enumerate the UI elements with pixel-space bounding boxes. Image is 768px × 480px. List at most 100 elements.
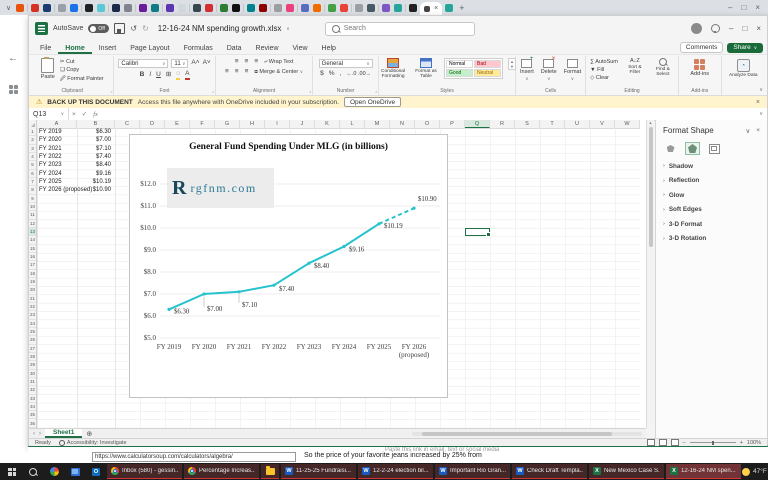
addins-button[interactable]: Add-ins [690, 59, 709, 77]
taskbar-search-button[interactable] [23, 464, 43, 479]
taskbar-button-new-mexico-case-s-[interactable]: XNew Mexico Case S... [589, 464, 664, 479]
italic-button[interactable]: I [149, 72, 151, 79]
browser-tab-favicon[interactable] [340, 4, 348, 12]
browser-tab-favicon[interactable] [112, 4, 120, 12]
row-header-32[interactable]: 32 [29, 386, 36, 394]
row-header-11[interactable]: 11 [29, 211, 36, 219]
taskbar-button-important-rio-gran-[interactable]: WImportant Rio Gran... [435, 464, 510, 479]
row-header-29[interactable]: 29 [29, 361, 36, 369]
column-header-F[interactable]: F [190, 120, 215, 128]
font-size-select[interactable]: 11∨ [171, 59, 188, 68]
copy-button[interactable]: ❏ Copy [60, 67, 104, 73]
row-header-22[interactable]: 22 [29, 303, 36, 311]
undo-icon[interactable]: ↺ [130, 25, 137, 33]
alignment-dialog-launcher[interactable]: ⌟ [309, 88, 311, 94]
row-header-15[interactable]: 15 [29, 245, 36, 253]
row-header-1[interactable]: 1 [29, 128, 36, 136]
zoom-level[interactable]: 100% [747, 440, 761, 446]
shrink-font-button[interactable]: A˅ [203, 60, 211, 67]
excel-close-button[interactable]: × [756, 25, 761, 33]
browser-tab-favicon[interactable] [394, 4, 402, 12]
column-header-V[interactable]: V [590, 120, 615, 128]
ribbon-tab-view[interactable]: View [286, 44, 315, 54]
row-header-19[interactable]: 19 [29, 278, 36, 286]
remote-desktop-button[interactable] [65, 464, 85, 479]
row-header-21[interactable]: 21 [29, 295, 36, 303]
taskbar-button-12-16-24-nm-spen-[interactable]: X12-16-24 NM spen... [666, 464, 741, 479]
taskbar-button-percentage-increas-[interactable]: Percentage Increas... [184, 464, 259, 479]
fill-button[interactable]: ▼ Fill [590, 67, 618, 73]
cell-b1[interactable]: $6.30 [37, 129, 111, 135]
row-header-17[interactable]: 17 [29, 261, 36, 269]
browser-tab-favicon[interactable] [232, 4, 240, 12]
merge-center-button[interactable]: ⧈ Merge & Center ∨ [254, 69, 303, 76]
ribbon-collapse-icon[interactable]: ∨ [759, 87, 763, 93]
taskbar-button-explorer[interactable] [261, 464, 279, 479]
ribbon-tab-page-layout[interactable]: Page Layout [123, 44, 176, 54]
search-input[interactable]: Search [325, 22, 475, 36]
browser-tab-favicon[interactable] [367, 4, 375, 12]
formula-bar-expand-icon[interactable]: ∨ [759, 111, 763, 117]
outlook-button[interactable]: O [86, 464, 106, 479]
cells-insert-button[interactable]: Insert∨ [520, 59, 534, 82]
wrap-text-button[interactable]: ⤶ Wrap Text [264, 59, 293, 66]
currency-format-button[interactable]: $ [320, 71, 324, 78]
align-right-button[interactable]: ≡ [245, 69, 249, 76]
spending-chart[interactable]: General Fund Spending Under MLG (in bill… [129, 134, 448, 398]
browser-tab-favicon[interactable] [286, 4, 294, 12]
cell-b2[interactable]: $7.00 [37, 137, 111, 143]
row-header-27[interactable]: 27 [29, 345, 36, 353]
column-header-N[interactable]: N [390, 120, 415, 128]
browser-tab-favicon[interactable] [355, 4, 363, 12]
ribbon-tab-file[interactable]: File [33, 44, 58, 54]
browser-close-button[interactable]: × [755, 3, 760, 12]
cells-delete-button[interactable]: Delete∨ [541, 59, 557, 82]
pane-section-3-d-format[interactable]: ›3-D Format [663, 221, 760, 228]
align-left-button[interactable]: ≡ [225, 69, 229, 76]
cell-style-good[interactable]: Good [446, 69, 473, 77]
borders-button[interactable]: ⊞ [166, 72, 171, 79]
browser-tab-favicon[interactable] [85, 4, 93, 12]
save-icon[interactable] [114, 23, 125, 34]
accessibility-status[interactable]: Accessibility: Investigate [59, 440, 127, 446]
row-header-23[interactable]: 23 [29, 311, 36, 319]
pane-section-shadow[interactable]: ›Shadow [663, 163, 760, 170]
align-bottom-button[interactable]: ≡ [254, 59, 258, 66]
normal-view-button[interactable] [647, 439, 655, 446]
ribbon-tab-home[interactable]: Home [58, 44, 91, 54]
taskbar-button-12-2-24-election-bil[interactable]: W12-2-24 election bil... [358, 464, 433, 479]
browser-tab-favicon[interactable] [409, 4, 417, 12]
percent-format-button[interactable]: % [329, 71, 335, 78]
tab-close-icon[interactable]: × [434, 5, 438, 12]
cell-style-bad[interactable]: Bad [474, 60, 501, 68]
column-header-M[interactable]: M [365, 120, 390, 128]
browser-tab-favicon[interactable] [166, 4, 174, 12]
browser-tab-favicon[interactable] [313, 4, 321, 12]
row-header-30[interactable]: 30 [29, 370, 36, 378]
find-select-button[interactable]: Find & Select [652, 58, 674, 78]
column-header-R[interactable]: R [490, 120, 515, 128]
number-dialog-launcher[interactable]: ⌟ [375, 88, 377, 94]
column-header-A[interactable]: A [37, 120, 77, 128]
sort-filter-button[interactable]: A↓Z Sort & Filter [624, 58, 646, 76]
document-title[interactable]: 12-16-24 NM spending growth.xlsx [158, 24, 282, 33]
fill-line-tab[interactable] [663, 142, 678, 155]
zoom-out-button[interactable]: – [683, 440, 686, 446]
user-avatar[interactable] [691, 23, 702, 34]
taskbar-weather[interactable]: 47°F [742, 468, 767, 476]
cancel-entry-icon[interactable]: × [72, 111, 76, 118]
browser-tab-favicon[interactable] [382, 4, 390, 12]
align-middle-button[interactable]: ≡ [245, 59, 249, 66]
align-center-button[interactable]: ≡ [235, 69, 239, 76]
grow-font-button[interactable]: A˄ [191, 60, 199, 67]
browser-maximize-button[interactable]: □ [741, 3, 746, 12]
clear-button[interactable]: ◇ Clear [590, 75, 618, 81]
clipboard-dialog-launcher[interactable]: ⌟ [110, 88, 112, 94]
excel-minimize-button[interactable]: – [729, 25, 733, 33]
row-header-25[interactable]: 25 [29, 328, 36, 336]
share-button[interactable]: Share ∨ [727, 43, 763, 53]
align-top-button[interactable]: ≡ [235, 59, 239, 66]
pane-close-icon[interactable]: × [756, 127, 760, 135]
column-header-H[interactable]: H [240, 120, 265, 128]
column-header-T[interactable]: T [540, 120, 565, 128]
